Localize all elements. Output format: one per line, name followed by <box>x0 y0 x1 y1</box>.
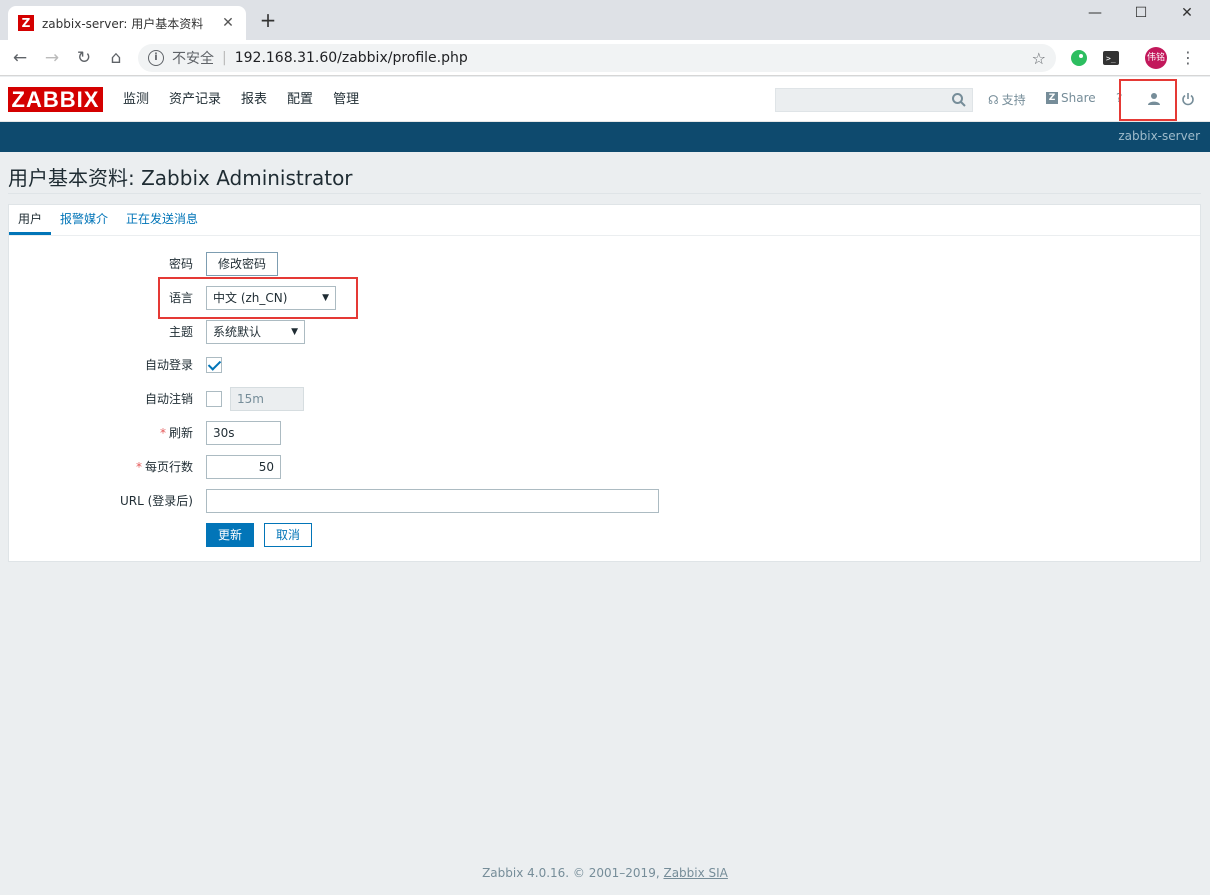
back-icon[interactable]: ← <box>8 46 32 70</box>
menu-item-monitoring[interactable]: 监测 <box>113 77 159 122</box>
rows-per-page-row: * 每页行数 50 <box>9 455 1200 479</box>
support-link[interactable]: ☊ 支持 <box>988 91 1026 108</box>
update-button[interactable]: 更新 <box>206 523 255 547</box>
menu-item-configuration[interactable]: 配置 <box>277 77 323 122</box>
headset-icon: ☊ <box>988 92 999 107</box>
password-row: 密码 修改密码 <box>9 252 1200 276</box>
theme-label: 主题 <box>168 325 193 339</box>
reload-icon[interactable]: ↻ <box>72 46 96 70</box>
autologout-row: 自动注销 15m <box>9 387 1200 411</box>
url-text[interactable]: 192.168.31.60/zabbix/profile.php <box>235 50 1032 66</box>
rows-per-page-label: * 每页行数 <box>136 455 193 479</box>
share-link[interactable]: Z Share <box>1046 91 1096 105</box>
zabbix-header: ZABBIX 监测 资产记录 报表 配置 管理 ☊ 支持 Z Share ? <box>0 77 1210 122</box>
browser-tabbar: Z zabbix-server: 用户基本资料 ✕ + — ☐ ✕ <box>0 0 1210 40</box>
menu-item-administration[interactable]: 管理 <box>323 77 369 122</box>
url-label: URL (登录后) <box>120 494 193 508</box>
tab-user[interactable]: 用户 <box>9 205 52 235</box>
profile-avatar[interactable]: 伟铭 <box>1145 47 1167 69</box>
svg-text:>_: >_ <box>1106 54 1116 63</box>
change-password-button[interactable]: 修改密码 <box>206 252 279 276</box>
required-mark: * <box>135 460 142 474</box>
address-bar[interactable]: i 不安全 | 192.168.31.60/zabbix/profile.php… <box>138 44 1056 72</box>
zabbix-logo[interactable]: ZABBIX <box>8 87 103 112</box>
main-menu: 监测 资产记录 报表 配置 管理 <box>113 77 369 122</box>
autologout-label: 自动注销 <box>144 392 193 406</box>
rows-per-page-input[interactable]: 50 <box>206 455 281 479</box>
profile-panel: 用户 报警媒介 正在发送消息 密码 修改密码 语言 中文 (zh_CN) ▼ 主… <box>8 204 1201 562</box>
password-label: 密码 <box>168 257 193 271</box>
terminal-icon[interactable]: >_ <box>1102 49 1120 67</box>
forward-icon[interactable]: → <box>40 46 64 70</box>
theme-row: 主题 系统默认 ▼ <box>9 320 1200 344</box>
dropdown-arrow-icon: ▼ <box>291 327 298 337</box>
support-label: 支持 <box>1001 93 1026 107</box>
required-mark: * <box>159 426 166 440</box>
rows-per-page-label-text: 每页行数 <box>144 460 193 474</box>
tab-media[interactable]: 报警媒介 <box>51 205 117 235</box>
footer: Zabbix 4.0.16. © 2001–2019, Zabbix SIA <box>0 866 1210 880</box>
autologout-input: 15m <box>230 387 304 411</box>
server-bar: zabbix-server <box>0 122 1210 152</box>
tab-messaging[interactable]: 正在发送消息 <box>117 205 207 235</box>
menu-icon[interactable]: ⋮ <box>1180 46 1196 70</box>
footer-text: Zabbix 4.0.16. © 2001–2019, <box>482 866 664 880</box>
page-title: 用户基本资料: Zabbix Administrator <box>8 166 353 190</box>
language-highlight <box>158 277 358 319</box>
insecure-label: 不安全 <box>172 51 214 67</box>
url-row: URL (登录后) <box>9 489 1200 513</box>
power-icon[interactable] <box>1181 92 1195 106</box>
tab-title: zabbix-server: 用户基本资料 <box>42 16 204 31</box>
new-tab-button[interactable]: + <box>256 8 280 32</box>
search-input[interactable] <box>775 88 973 112</box>
cancel-button[interactable]: 取消 <box>264 523 313 547</box>
autologin-label: 自动登录 <box>144 358 193 372</box>
refresh-label-text: 刷新 <box>168 426 193 440</box>
menu-item-inventory[interactable]: 资产记录 <box>159 77 231 122</box>
theme-select[interactable]: 系统默认 ▼ <box>206 320 305 344</box>
refresh-row: * 刷新 30s <box>9 421 1200 445</box>
search-icon[interactable] <box>951 92 967 108</box>
refresh-label: * 刷新 <box>160 421 193 445</box>
evernote-icon[interactable] <box>1070 49 1088 67</box>
share-icon: Z <box>1046 92 1058 104</box>
window-close-icon[interactable]: ✕ <box>1164 0 1210 28</box>
star-icon[interactable]: ☆ <box>1032 49 1046 68</box>
server-name: zabbix-server <box>1118 129 1200 143</box>
divider: | <box>222 50 227 66</box>
minimize-icon[interactable]: — <box>1072 0 1118 28</box>
theme-value: 系统默认 <box>213 325 262 339</box>
browser-tab[interactable]: Z zabbix-server: 用户基本资料 ✕ <box>8 6 246 40</box>
zabbix-favicon-icon: Z <box>18 15 34 31</box>
autologout-checkbox[interactable] <box>206 391 222 407</box>
footer-link[interactable]: Zabbix SIA <box>663 866 727 880</box>
url-input[interactable] <box>206 489 659 513</box>
maximize-icon[interactable]: ☐ <box>1118 0 1164 28</box>
autologin-checkbox[interactable] <box>206 357 222 373</box>
divider <box>8 193 1201 194</box>
address-toolbar: ← → ↻ ⌂ i 不安全 | 192.168.31.60/zabbix/pro… <box>0 40 1210 76</box>
info-icon[interactable]: i <box>148 50 164 66</box>
refresh-input[interactable]: 30s <box>206 421 281 445</box>
tab-close-icon[interactable]: ✕ <box>220 15 236 31</box>
user-icon-highlight <box>1119 79 1177 121</box>
home-icon[interactable]: ⌂ <box>104 46 128 70</box>
autologin-row: 自动登录 <box>9 353 1200 377</box>
share-label: Share <box>1061 91 1096 105</box>
form-actions: 更新 取消 <box>9 523 1200 547</box>
profile-tabs: 用户 报警媒介 正在发送消息 <box>9 205 1200 236</box>
menu-item-reports[interactable]: 报表 <box>231 77 277 122</box>
